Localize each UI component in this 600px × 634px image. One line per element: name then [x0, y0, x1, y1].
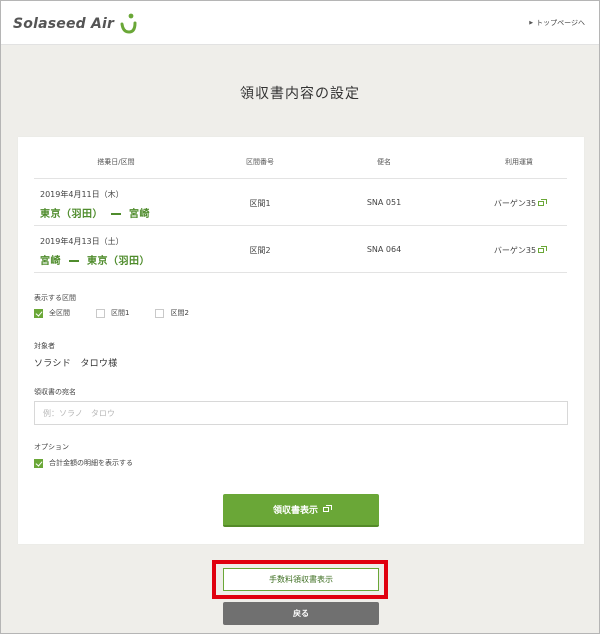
column-header-fare: 利用運賃: [505, 158, 533, 166]
logo-text: Solaseed Air: [13, 16, 115, 32]
fare-type[interactable]: バーゲン35: [484, 198, 554, 209]
checkbox-unchecked-icon[interactable]: [96, 308, 105, 318]
column-header-flight: 便名: [377, 158, 391, 166]
checkbox-unchecked-icon[interactable]: [155, 308, 165, 318]
route-destination: 宮崎: [129, 209, 150, 220]
receipt-settings-card: 搭乗日/区間 区間番号 便名 利用運賃 2019年4月11日（木） 東京（羽田）…: [18, 137, 584, 544]
show-fee-receipt-button-label: 手数料領収書表示: [269, 575, 333, 584]
table-row: 2019年4月13日（土） 宮崎 東京（羽田） 区間2 SNA 064 バーゲン3…: [34, 227, 567, 273]
external-link-icon: [538, 246, 548, 253]
receipt-address-label: 領収書の宛名: [34, 388, 76, 396]
page-frame: Solaseed Air ▶ トップページへ 領収書内容の設定 搭乗日/区間 区…: [0, 0, 600, 634]
top-page-link-label: トップページへ: [536, 19, 585, 27]
checkbox-label: 区間1: [111, 309, 130, 317]
external-link-icon: [538, 199, 548, 206]
flight-route: 宮崎 東京（羽田）: [40, 252, 150, 267]
checkbox-label: 全区間: [49, 309, 70, 317]
triangle-right-icon: ▶: [529, 20, 534, 26]
checkbox-all-segments[interactable]: 全区間: [34, 308, 70, 318]
table-header: 搭乗日/区間 区間番号 便名 利用運賃: [34, 153, 567, 179]
show-receipt-button[interactable]: 領収書表示: [223, 494, 379, 527]
target-person-name: ソラシド タロウ様: [34, 359, 118, 369]
flight-date: 2019年4月13日（土）: [40, 237, 124, 246]
display-section-label: 表示する区間: [34, 294, 76, 302]
show-fee-receipt-button[interactable]: 手数料領収書表示: [223, 568, 379, 591]
checkbox-checked-icon[interactable]: [34, 308, 43, 318]
show-receipt-button-label: 領収書表示: [272, 506, 318, 516]
table-row: 2019年4月11日（木） 東京（羽田） 宮崎 区間1 SNA 051 バーゲン3…: [34, 180, 567, 226]
back-button[interactable]: 戻る: [223, 602, 379, 625]
checkbox-label: 合計金額の明細を表示する: [49, 459, 133, 467]
back-button-label: 戻る: [293, 609, 309, 618]
fare-type-label: バーゲン35: [493, 199, 537, 208]
checkbox-label: 区間2: [170, 309, 189, 317]
column-header-segment: 区間番号: [246, 158, 274, 166]
flight-route: 東京（羽田） 宮崎: [40, 205, 150, 220]
flight-number: SNA 064: [366, 245, 402, 254]
checkbox-segment-2[interactable]: 区間2: [155, 308, 189, 318]
segment-number: 区間2: [249, 246, 271, 255]
segment-number: 区間1: [249, 199, 271, 208]
checkbox-show-total-breakdown[interactable]: 合計金額の明細を表示する: [34, 458, 133, 468]
receipt-address-input[interactable]: [34, 401, 568, 425]
flight-date: 2019年4月11日（木）: [40, 190, 124, 199]
page-title: 領収書内容の設定: [240, 86, 360, 102]
route-origin: 宮崎: [40, 256, 61, 267]
flight-number: SNA 051: [366, 198, 402, 207]
external-link-icon: [323, 505, 332, 512]
logo[interactable]: Solaseed Air: [13, 13, 138, 35]
route-arrow-icon: [69, 260, 79, 262]
logo-mark-icon: [120, 13, 137, 34]
route-origin: 東京（羽田）: [40, 209, 103, 220]
site-header: Solaseed Air ▶ トップページへ: [1, 1, 599, 45]
target-person-label: 対象者: [34, 342, 55, 350]
fare-type-label: バーゲン35: [493, 246, 537, 255]
route-arrow-icon: [111, 213, 121, 215]
fare-type[interactable]: バーゲン35: [484, 245, 554, 256]
top-page-link[interactable]: ▶ トップページへ: [529, 18, 585, 28]
segment-checkbox-group: 全区間 区間1 区間2: [34, 307, 215, 319]
route-destination: 東京（羽田）: [87, 256, 150, 267]
option-label: オプション: [34, 443, 69, 451]
checkbox-segment-1[interactable]: 区間1: [96, 308, 129, 318]
checkbox-checked-icon[interactable]: [34, 458, 43, 468]
column-header-date-route: 搭乗日/区間: [97, 158, 135, 166]
